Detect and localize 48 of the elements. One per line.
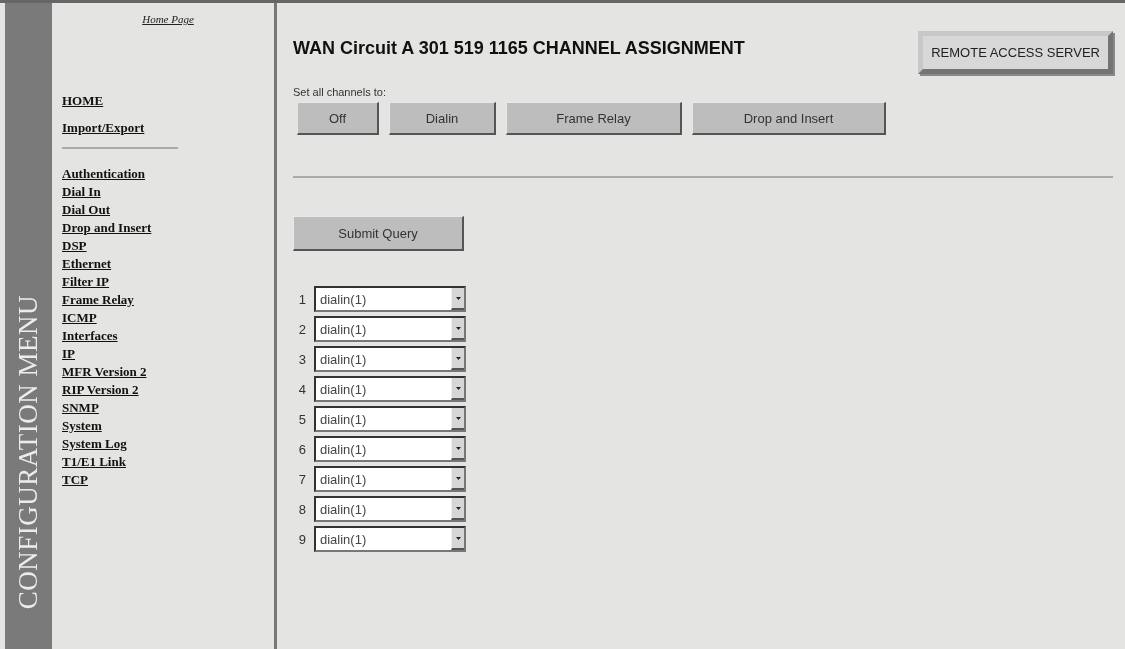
channel-number: 2	[297, 321, 306, 337]
sidebar-link[interactable]: Drop and Insert	[62, 219, 274, 237]
sidebar-link[interactable]: Interfaces	[62, 327, 274, 345]
sidebar-link[interactable]: Ethernet	[62, 255, 274, 273]
set-all-button[interactable]: Frame Relay	[506, 102, 682, 135]
sidebar-link[interactable]: Import/Export	[62, 114, 274, 141]
sidebar-link[interactable]: System Log	[62, 435, 274, 453]
home-page-link[interactable]: Home Page	[142, 13, 194, 25]
channel-number: 8	[297, 501, 306, 517]
remote-access-server-button[interactable]: REMOTE ACCESS SERVER	[918, 31, 1113, 74]
channel-select[interactable]: dialin(1)	[314, 436, 466, 462]
channel-number: 3	[297, 351, 306, 367]
sidebar-link[interactable]: Dial In	[62, 183, 274, 201]
submit-query-button[interactable]: Submit Query	[293, 216, 464, 251]
sidebar-link[interactable]: DSP	[62, 237, 274, 255]
channel-select[interactable]: dialin(1)	[314, 526, 466, 552]
set-all-button[interactable]: Drop and Insert	[692, 102, 886, 135]
channel-number: 5	[297, 411, 306, 427]
channel-select[interactable]: dialin(1)	[314, 466, 466, 492]
channel-select[interactable]: dialin(1)	[314, 286, 466, 312]
channel-select[interactable]: dialin(1)	[314, 316, 466, 342]
channel-number: 7	[297, 471, 306, 487]
channel-select[interactable]: dialin(1)	[314, 376, 466, 402]
sidebar-link[interactable]: RIP Version 2	[62, 381, 274, 399]
channel-select[interactable]: dialin(1)	[314, 346, 466, 372]
sidebar-link[interactable]: TCP	[62, 471, 274, 489]
channel-number: 6	[297, 441, 306, 457]
menu-banner-title: CONFIGURATION MENU	[13, 294, 44, 609]
channel-number: 9	[297, 531, 306, 547]
sidebar-link[interactable]: T1/E1 Link	[62, 453, 274, 471]
set-all-label: Set all channels to:	[293, 86, 387, 98]
channel-number: 4	[297, 381, 306, 397]
sidebar-link[interactable]: Dial Out	[62, 201, 274, 219]
sidebar-link[interactable]: ICMP	[62, 309, 274, 327]
sidebar-link[interactable]: Authentication	[62, 165, 274, 183]
set-all-button[interactable]: Off	[297, 102, 379, 135]
sidebar-link[interactable]: Filter IP	[62, 273, 274, 291]
sidebar-link[interactable]: Frame Relay	[62, 291, 274, 309]
set-all-button[interactable]: Dialin	[389, 102, 496, 135]
sidebar-link[interactable]: IP	[62, 345, 274, 363]
sidebar-link[interactable]: MFR Version 2	[62, 363, 274, 381]
channel-select[interactable]: dialin(1)	[314, 496, 466, 522]
sidebar-link[interactable]: HOME	[62, 87, 274, 114]
page-title: WAN Circuit A 301 519 1165 CHANNEL ASSIGNMENT	[293, 37, 746, 60]
channel-select[interactable]: dialin(1)	[314, 406, 466, 432]
sidebar-link[interactable]: SNMP	[62, 399, 274, 417]
sidebar-link[interactable]: System	[62, 417, 274, 435]
channel-number: 1	[297, 291, 306, 307]
